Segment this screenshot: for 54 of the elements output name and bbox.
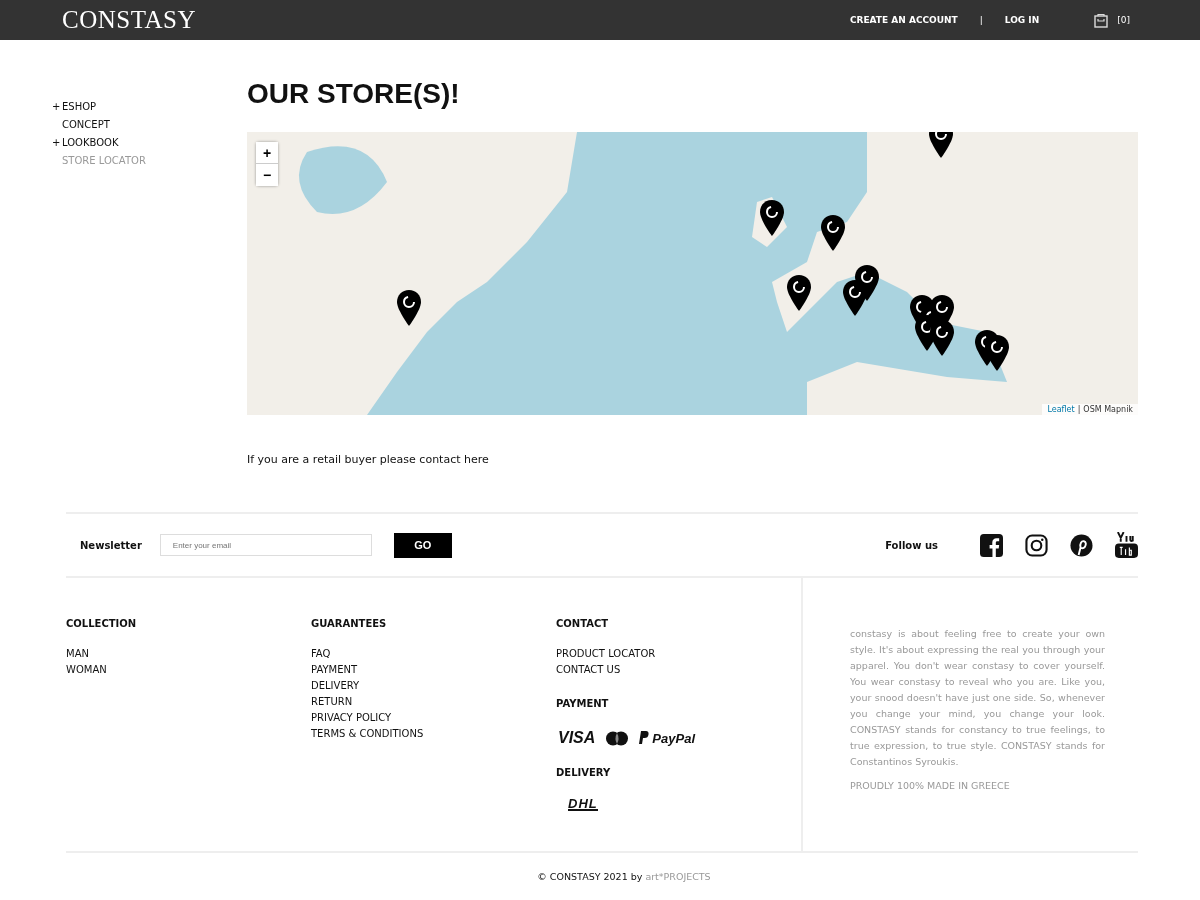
header-link[interactable]: LOG IN [1004, 15, 1040, 25]
dhl-logo: DHL [568, 798, 598, 811]
follow-label: Follow us [885, 539, 938, 551]
retail-note: If you are a retail buyer please contact here [247, 453, 490, 466]
youtube-icon[interactable] [1115, 532, 1138, 558]
instagram-icon[interactable] [1025, 533, 1048, 557]
pinterest-icon[interactable] [1070, 533, 1093, 557]
footer-link[interactable]: FAQ [311, 646, 556, 662]
visa-logo: VISA [558, 729, 596, 747]
header-link[interactable]: CREATE AN ACCOUNT [849, 15, 958, 25]
brand-logo[interactable]: CONSTASY [62, 6, 196, 34]
email-field[interactable]: Enter your email [159, 534, 372, 556]
footer-link[interactable]: PAYMENT [311, 662, 556, 678]
footer-link[interactable]: PRIVACY POLICY [311, 710, 556, 726]
cart-count: [0] [1117, 15, 1130, 25]
mastercard-icon [605, 730, 630, 746]
column-title: COLLECTION [66, 618, 138, 629]
sidebar-item[interactable]: + ESHOP [52, 101, 247, 112]
footer-link[interactable]: WOMAN [66, 662, 311, 678]
map-pin-cluster-icon[interactable] [843, 265, 879, 316]
footer-link[interactable]: DELIVERY [311, 678, 556, 694]
copyright-text: © CONSTASY 2021 by [537, 871, 643, 882]
separator: | [979, 15, 983, 25]
attribution-separator: | [1077, 405, 1081, 414]
map-pin-cluster-icon[interactable] [975, 330, 1009, 371]
footer-link[interactable]: RETURN [311, 694, 556, 710]
map-pin-icon[interactable] [821, 215, 845, 251]
column-title: GUARANTEES [311, 618, 388, 629]
footer-link[interactable]: PRODUCT LOCATOR [556, 646, 801, 662]
footer-link[interactable]: CONTACT US [556, 662, 801, 678]
facebook-icon[interactable] [980, 533, 1003, 557]
map-pin-cluster-icon[interactable] [910, 295, 954, 356]
zoom-out-button[interactable]: − [256, 164, 278, 186]
go-button[interactable]: GO [393, 532, 452, 558]
map-pin-icon[interactable] [397, 290, 421, 326]
sidebar-item[interactable]: + LOOKBOOK [52, 137, 247, 148]
attribution-text: OSM Mapnik [1083, 405, 1133, 414]
made-in-text: PROUDLY 100% MADE IN GREECE [850, 780, 1011, 791]
bag-icon[interactable] [1093, 12, 1110, 28]
footer-link[interactable]: MAN [66, 646, 311, 662]
footer-link[interactable]: TERMS & CONDITIONS [311, 726, 556, 742]
about-text: constasy is about feeling free to create your own style. It's about expressing the real you through your apparel. You don't wear constasy to cover yourself. You wear constasy to reveal who you are. Like you, your snood doesn't have just one side. So, whenever you change your mind, you change your look. CONSTASY stands for constancy to true feelings, to true expression, to true style. CONSTASY stands for Constantinos Syroukis. [850, 627, 1105, 769]
newsletter-label: Newsletter [80, 539, 142, 551]
page-title: OUR STORE(S)! [247, 77, 461, 111]
column-title: CONTACT [556, 618, 610, 629]
map-pin-icon[interactable] [787, 275, 811, 311]
map-pin-icon[interactable] [929, 132, 953, 158]
sidebar-item[interactable]: CONCEPT [52, 119, 247, 130]
payment-title: PAYMENT [556, 698, 610, 709]
zoom-in-button[interactable]: + [256, 142, 278, 164]
paypal-logo: PayPal [639, 730, 695, 746]
map-pin-icon[interactable] [760, 200, 784, 236]
delivery-title: DELIVERY [556, 767, 612, 778]
attribution-link[interactable]: Leaflet [1047, 405, 1075, 414]
